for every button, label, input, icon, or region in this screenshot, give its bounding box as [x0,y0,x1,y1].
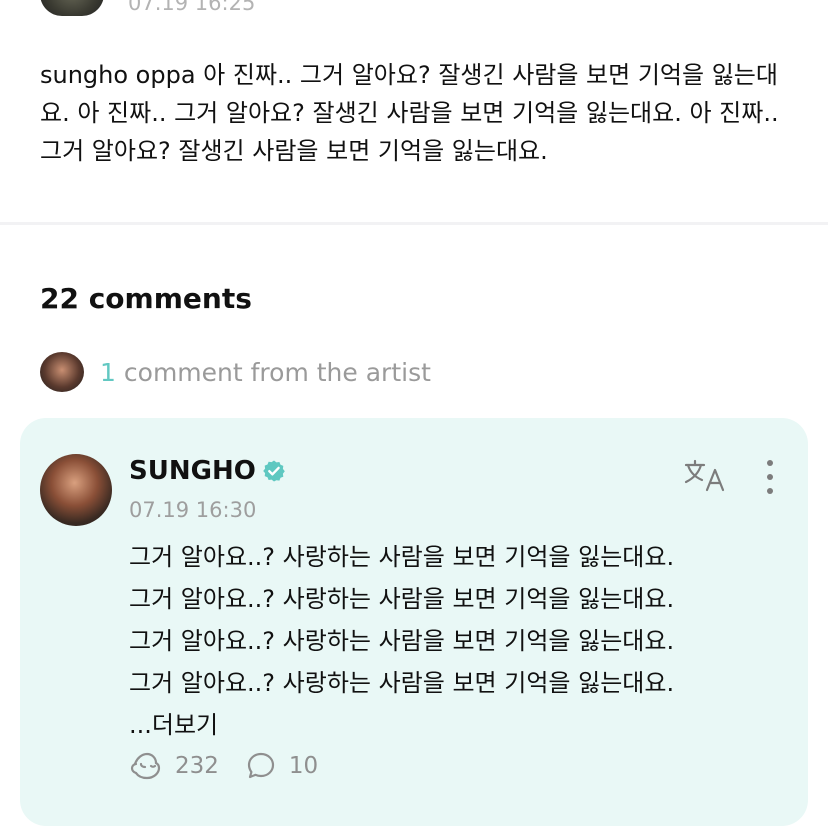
more-vertical-icon[interactable] [762,460,778,494]
comment-line: 그거 알아요..? 사랑하는 사람을 보면 기억을 잃는대요. [129,669,675,697]
see-more-link[interactable]: ...더보기 [129,704,789,746]
artist-comment-label: comment from the artist [123,357,431,387]
author-avatar[interactable] [40,0,104,16]
comment-line: 그거 알아요..? 사랑하는 사람을 보면 기억을 잃는대요. [129,627,675,655]
post-header: 07.19 16:25 [40,0,255,16]
comment-line: 그거 알아요..? 사랑하는 사람을 보면 기억을 잃는대요. [129,543,675,571]
artist-name[interactable]: SUNGHO [129,456,256,486]
post-timestamp: 07.19 16:25 [128,0,256,15]
like-button[interactable]: 232 [129,750,219,782]
reply-button[interactable]: 10 [245,750,318,782]
artist-comment-text: 그거 알아요..? 사랑하는 사람을 보면 기억을 잃는대요. 그거 알아요..… [129,536,789,746]
comment-bubble-icon [247,752,275,779]
section-divider [0,222,828,225]
post-body: sungho oppa 아 진짜.. 그거 알아요? 잘생긴 사람을 보면 기억… [40,61,779,165]
comment-line: 그거 알아요..? 사랑하는 사람을 보면 기억을 잃는대요. [129,585,675,613]
artist-comment-summary[interactable]: 1 comment from the artist [40,352,431,392]
artist-comment-count: 1 [100,357,116,387]
verified-badge-icon [262,459,286,483]
artist-avatar-small [40,352,84,392]
comments-title: 22 comments [40,282,252,315]
artist-comment-card: SUNGHO 07.19 16:30 그거 알아요..? 사랑하는 사람을 보면… [20,418,808,826]
translate-icon[interactable] [684,458,726,494]
reply-count: 10 [288,753,319,779]
comment-timestamp: 07.19 16:30 [129,498,257,522]
artist-name-row: SUNGHO [129,456,286,486]
comment-actions: 232 10 [129,750,344,782]
like-count: 232 [175,753,219,779]
like-icon [130,752,161,780]
artist-avatar[interactable] [40,454,112,526]
